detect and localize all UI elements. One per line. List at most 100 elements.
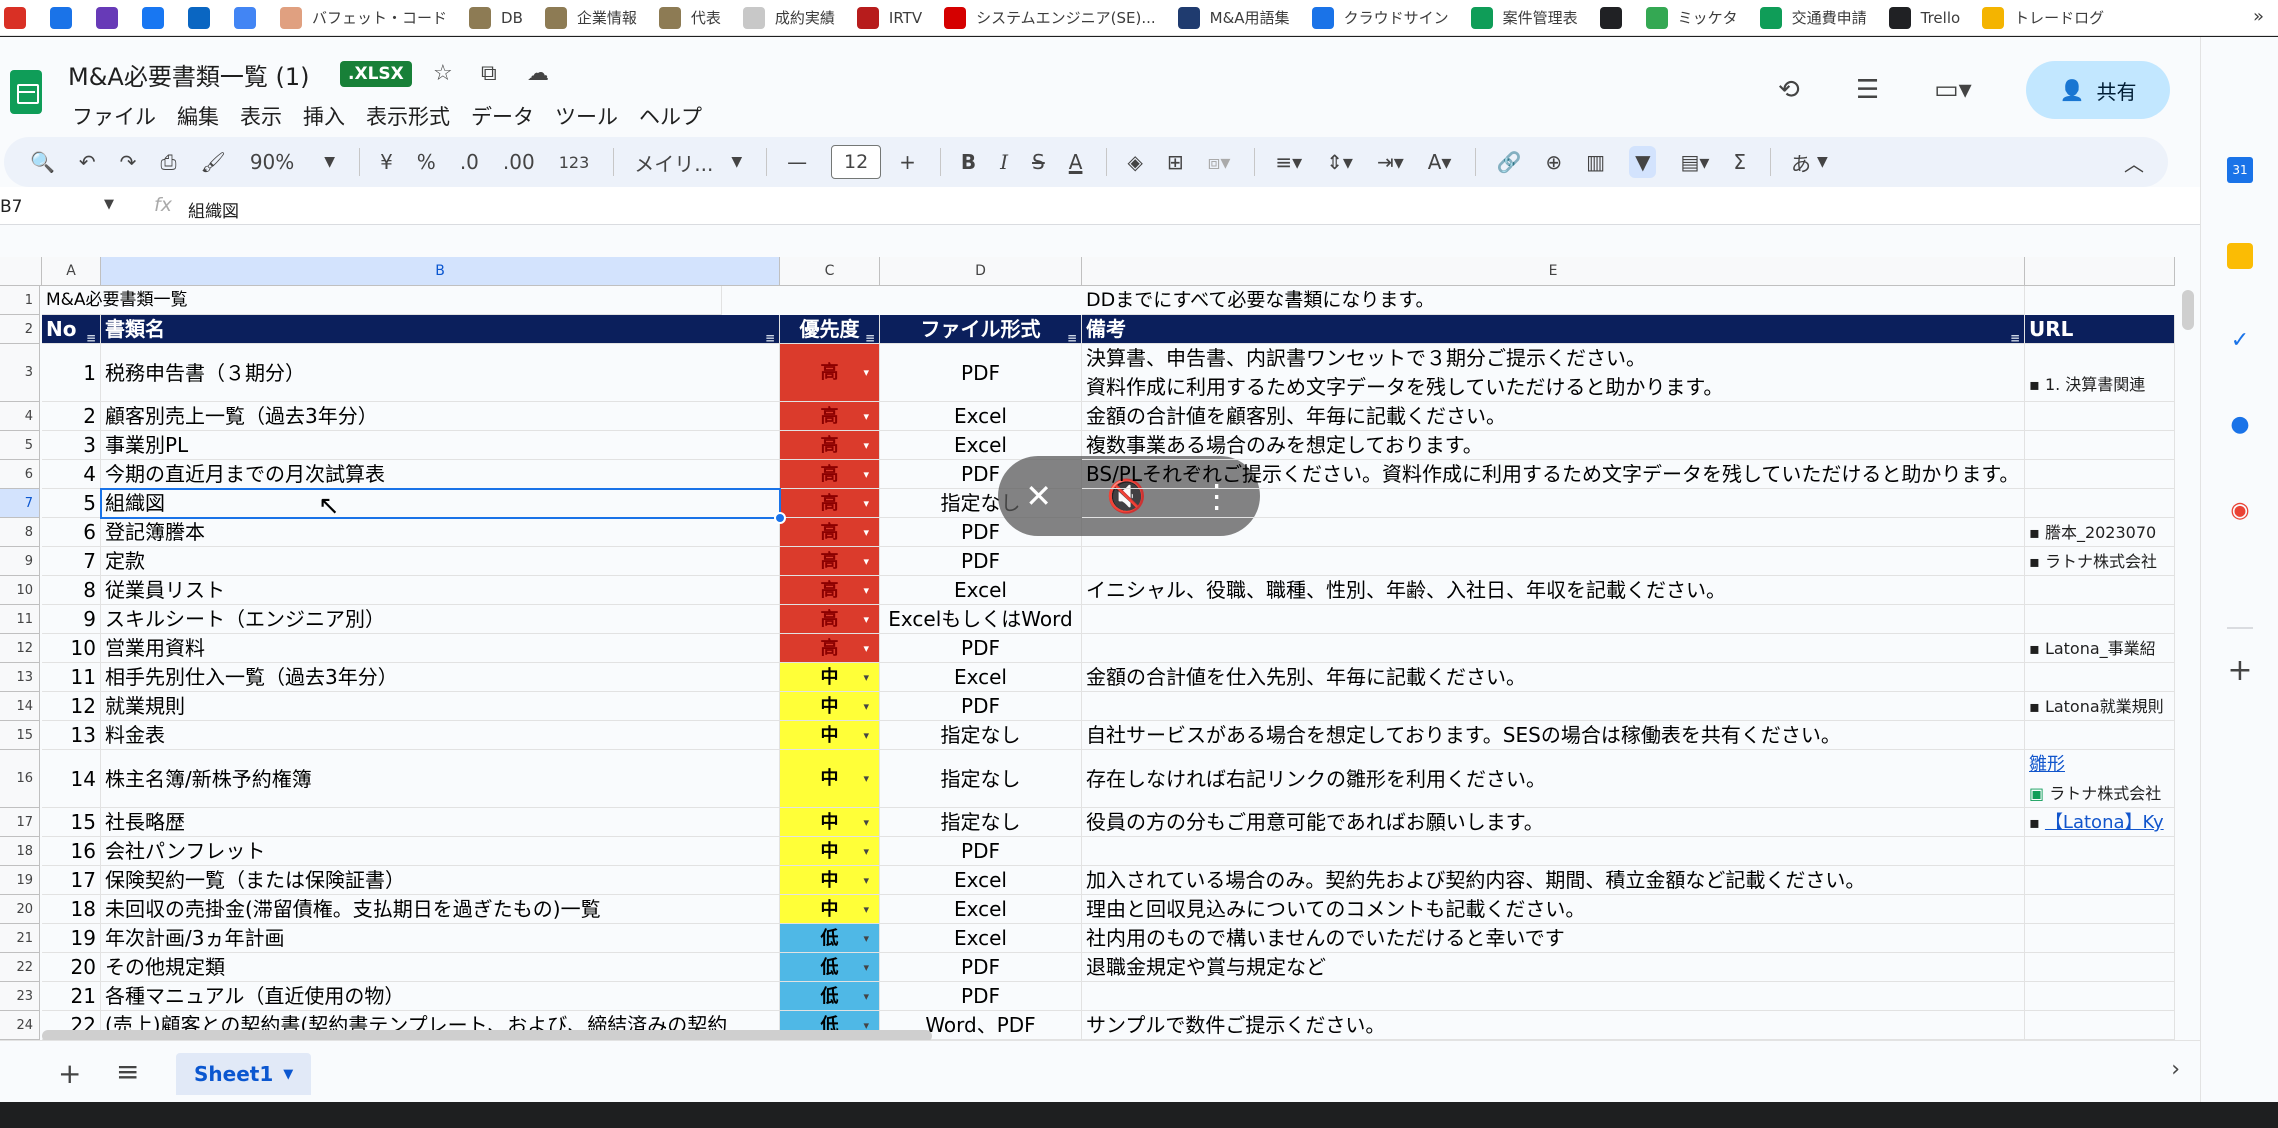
column-header[interactable]: A (42, 257, 101, 286)
file-format-cell[interactable]: PDF (880, 982, 1082, 1011)
select-all-corner[interactable] (0, 257, 42, 286)
document-name-cell[interactable]: 就業規則 (101, 692, 780, 721)
file-chip[interactable]: ▪ 1. 決算書関連 (2029, 344, 2170, 401)
bookmark-item[interactable] (4, 6, 36, 29)
redo-icon[interactable]: ↷ (120, 150, 137, 174)
row-header[interactable]: 22 (0, 953, 40, 982)
row-header[interactable]: 14 (0, 692, 40, 721)
no-cell[interactable]: 15 (42, 808, 101, 837)
no-cell[interactable]: 9 (42, 605, 101, 634)
priority-dropdown[interactable]: 高 ▾ (780, 518, 880, 547)
file-format-cell[interactable]: PDF (880, 837, 1082, 866)
row-header[interactable]: 24 (0, 1011, 40, 1040)
file-format-cell[interactable]: 指定なし (880, 750, 1082, 808)
priority-dropdown[interactable]: 高 ▾ (780, 431, 880, 460)
meet-icon[interactable]: ▭▾ (1934, 75, 1972, 105)
row-header[interactable]: 8 (0, 518, 40, 547)
name-box[interactable]: B7 (0, 197, 22, 217)
file-format-cell[interactable]: ExcelもしくはWord (880, 605, 1082, 634)
all-sheets-icon[interactable]: ≡ (116, 1055, 139, 1088)
font-select[interactable]: メイリ... ▼ (634, 148, 742, 177)
url-cell[interactable] (2025, 576, 2175, 605)
document-name-cell[interactable]: その他規定類 (101, 953, 780, 982)
note-cell[interactable]: BS/PLそれぞれご提示ください。資料作成に利用するため文字データを残していただ… (1082, 460, 2025, 489)
italic-button[interactable]: I (1000, 150, 1008, 174)
menu-item[interactable]: 表示形式 (366, 101, 450, 131)
note-cell[interactable]: 金額の合計値を仕入先別、年毎に記載ください。 (1082, 663, 2025, 692)
no-cell[interactable]: 6 (42, 518, 101, 547)
document-name-cell[interactable]: 各種マニュアル（直近使用の物） (101, 982, 780, 1011)
filter-icon[interactable]: ≡ (765, 324, 775, 343)
bookmark-item[interactable] (96, 6, 128, 29)
horizontal-align-icon[interactable]: ≡▾ (1275, 150, 1302, 174)
increase-font-size-icon[interactable]: + (899, 150, 916, 174)
note-cell[interactable] (1082, 605, 2025, 634)
document-name-cell[interactable]: 顧客別売上一覧（過去3年分） (101, 402, 780, 431)
text-rotation-icon[interactable]: A▾ (1428, 150, 1452, 174)
bookmark-item[interactable]: 代表 (658, 6, 721, 29)
menu-item[interactable]: ファイル (72, 101, 156, 131)
file-chip[interactable]: ▪ Latona就業規則 (2029, 692, 2170, 720)
document-name-cell[interactable]: 未回収の売掛金(滞留債権。支払期日を過ぎたもの)一覧 (101, 895, 780, 924)
no-cell[interactable]: 13 (42, 721, 101, 750)
priority-dropdown[interactable]: 高 ▾ (780, 576, 880, 605)
note-cell[interactable] (1082, 547, 2025, 576)
row-header[interactable]: 4 (0, 402, 40, 431)
note-cell[interactable]: 退職金規定や賞与規定など (1082, 953, 2025, 982)
url-cell[interactable] (2025, 489, 2175, 518)
input-tools-button[interactable]: あ ▼ (1791, 148, 1828, 177)
document-name-cell[interactable]: 組織図 (101, 489, 780, 518)
side-panel-toggle-icon[interactable]: › (2171, 1057, 2180, 1082)
document-name-cell[interactable]: 事業別PL (101, 431, 780, 460)
share-button[interactable]: 👤 共有 (2026, 61, 2170, 119)
bookmark-item[interactable] (142, 6, 174, 29)
note-cell[interactable] (1082, 982, 2025, 1011)
url-cell[interactable] (2025, 895, 2175, 924)
currency-format-button[interactable]: ¥ (380, 150, 393, 174)
file-format-cell[interactable]: Excel (880, 866, 1082, 895)
note-cell[interactable]: 自社サービスがある場合を想定しております。SESの場合は稼働表を共有ください。 (1082, 721, 2025, 750)
document-name-cell[interactable]: 従業員リスト (101, 576, 780, 605)
document-name-cell[interactable]: 相手先別仕入一覧（過去3年分） (101, 663, 780, 692)
file-chip[interactable]: ▪ ラトナ株式会社 (2029, 547, 2170, 575)
increase-decimal-button[interactable]: .00 (503, 150, 535, 174)
bookmark-item[interactable]: IRTV (856, 6, 922, 29)
row-header[interactable]: 23 (0, 982, 40, 1011)
star-icon[interactable]: ☆ (433, 61, 453, 86)
row-header[interactable]: 6 (0, 460, 40, 489)
url-cell[interactable] (2025, 402, 2175, 431)
header-cell-f[interactable]: URL (2025, 315, 2175, 344)
bookmark-item[interactable]: ミッケタ (1645, 6, 1738, 29)
decrease-decimal-button[interactable]: .0 (460, 150, 479, 174)
column-header[interactable]: D (880, 257, 1082, 286)
text-color-button[interactable]: A (1069, 150, 1083, 174)
functions-icon[interactable]: Σ (1733, 150, 1746, 174)
filter-icon[interactable]: ≡ (1067, 324, 1077, 343)
tasks-icon[interactable]: ✓ (2227, 327, 2253, 353)
add-sheet-icon[interactable]: + (58, 1057, 81, 1090)
row-header[interactable]: 3 (0, 344, 40, 402)
url-cell[interactable]: ▪ 1. 決算書関連 (2025, 344, 2175, 402)
url-cell[interactable] (2025, 1011, 2175, 1040)
row-header[interactable]: 9 (0, 547, 40, 576)
filter-icon[interactable]: ≡ (2010, 324, 2020, 343)
bookmarks-overflow-icon[interactable]: » (2253, 6, 2264, 27)
priority-dropdown[interactable]: 高 ▾ (780, 402, 880, 431)
bookmark-item[interactable]: クラウドサイン (1311, 6, 1449, 29)
row-header[interactable]: 16 (0, 750, 40, 808)
file-format-cell[interactable]: PDF (880, 953, 1082, 982)
column-header[interactable]: E (1082, 257, 2025, 286)
note-cell[interactable]: 決算書、申告書、内訳書ワンセットで３期分ご提示ください。 資料作成に利用するため文… (1082, 344, 2025, 402)
version-history-icon[interactable]: ⟲ (1778, 75, 1800, 105)
note-cell[interactable]: サンプルで数件ご提示ください。 (1082, 1011, 2025, 1040)
fill-color-icon[interactable]: ◈ (1127, 150, 1142, 174)
note-cell[interactable]: 役員の方の分もご用意可能であればお願いします。 (1082, 808, 2025, 837)
priority-dropdown[interactable]: 中 ▾ (780, 837, 880, 866)
formula-input[interactable]: 組織図 (188, 197, 239, 222)
url-cell[interactable]: ▪ Latona_事業紹 (2025, 634, 2175, 663)
sheets-logo-icon[interactable] (10, 70, 42, 114)
menu-item[interactable]: 編集 (177, 101, 219, 131)
priority-dropdown[interactable]: 中 ▾ (780, 895, 880, 924)
url-cell[interactable] (2025, 866, 2175, 895)
paint-format-icon[interactable]: 🖌 (200, 150, 225, 174)
